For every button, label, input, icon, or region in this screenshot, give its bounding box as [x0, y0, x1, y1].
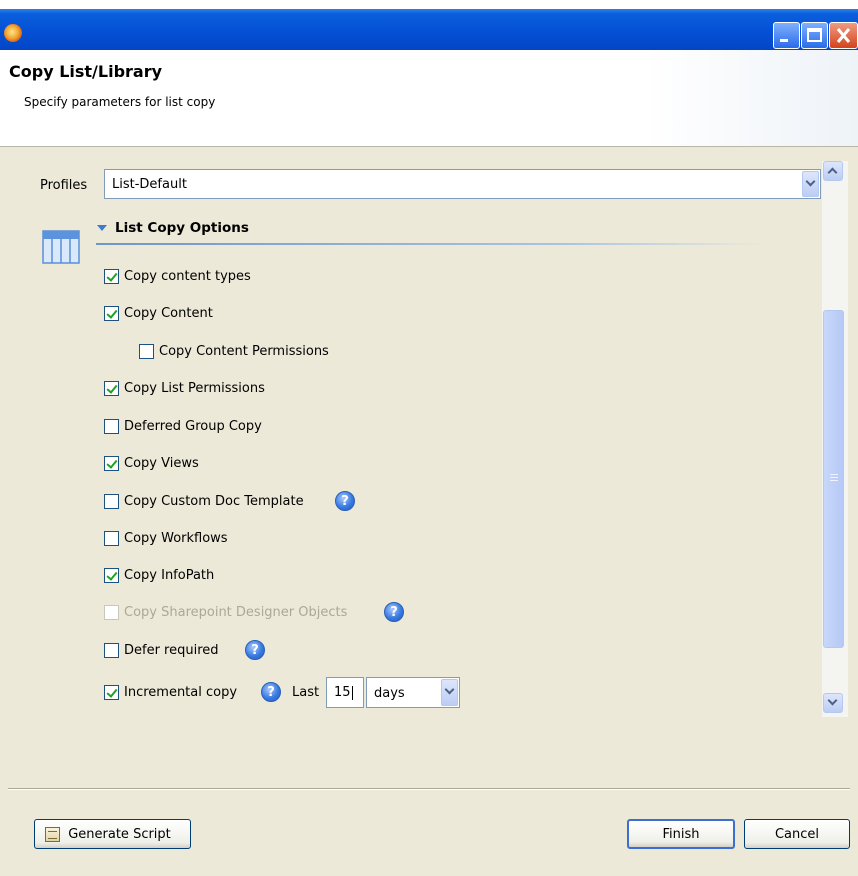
- title-bar[interactable]: [0, 9, 858, 50]
- checkbox-copy-infopath[interactable]: [104, 568, 119, 583]
- cancel-button[interactable]: Cancel: [744, 819, 850, 849]
- scroll-up-button[interactable]: [823, 161, 843, 181]
- checkbox-copy-sharepoint-designer-objects: [104, 605, 119, 620]
- chevron-down-icon[interactable]: [441, 679, 458, 706]
- checkbox-incremental-copy[interactable]: [104, 685, 119, 700]
- incremental-copy-label[interactable]: Incremental copy: [124, 685, 237, 700]
- collapse-arrow-icon[interactable]: [97, 225, 107, 231]
- checkbox-defer-required[interactable]: [104, 643, 119, 658]
- finish-label: Finish: [662, 827, 700, 842]
- help-icon[interactable]: ?: [245, 640, 265, 660]
- profiles-select[interactable]: List-Default: [104, 169, 821, 199]
- checkbox-copy-content[interactable]: [104, 306, 119, 321]
- text-caret: [352, 686, 353, 700]
- help-icon[interactable]: ?: [261, 682, 281, 702]
- option-label[interactable]: Copy Workflows: [124, 531, 228, 546]
- checkbox-copy-content-permissions[interactable]: [139, 344, 154, 359]
- section-title[interactable]: List Copy Options: [115, 220, 249, 236]
- option-label[interactable]: Copy content types: [124, 269, 251, 284]
- option-label: Copy Sharepoint Designer Objects: [124, 605, 348, 620]
- close-button[interactable]: [829, 22, 858, 49]
- table-icon: [42, 230, 80, 264]
- dialog-header: Copy List/Library Specify parameters for…: [0, 50, 858, 147]
- copy-list-dialog: Copy List/Library Specify parameters for…: [0, 0, 858, 876]
- profiles-label: Profiles: [40, 178, 88, 193]
- dialog-subtitle: Specify parameters for list copy: [24, 95, 216, 109]
- help-icon[interactable]: ?: [384, 602, 404, 622]
- generate-script-label: Generate Script: [68, 827, 171, 842]
- checkbox-copy-views[interactable]: [104, 456, 119, 471]
- option-label[interactable]: Copy InfoPath: [124, 568, 214, 583]
- options-panel: Profiles List-Default List Copy Options …: [8, 157, 848, 717]
- option-label[interactable]: Copy Content: [124, 306, 213, 321]
- unit-selected-value: days: [374, 686, 405, 701]
- profiles-selected-value: List-Default: [112, 177, 187, 192]
- finish-button[interactable]: Finish: [627, 819, 735, 849]
- last-label: Last: [292, 685, 320, 700]
- unit-select[interactable]: days: [366, 677, 460, 708]
- checkbox-copy-custom-doc-template[interactable]: [104, 494, 119, 509]
- checkbox-copy-content-types[interactable]: [104, 269, 119, 284]
- footer-separator: [8, 788, 850, 790]
- close-icon: [836, 28, 851, 43]
- option-label[interactable]: Defer required: [124, 643, 219, 658]
- scroll-down-button[interactable]: [823, 693, 843, 713]
- dialog-title: Copy List/Library: [9, 62, 163, 81]
- option-label[interactable]: Deferred Group Copy: [124, 419, 262, 434]
- scroll-thumb[interactable]: [823, 310, 844, 648]
- checkbox-copy-workflows[interactable]: [104, 531, 119, 546]
- option-label[interactable]: Copy Views: [124, 456, 199, 471]
- cancel-label: Cancel: [774, 827, 820, 842]
- maximize-button[interactable]: [801, 22, 828, 49]
- chevron-down-icon[interactable]: [802, 171, 819, 197]
- minimize-icon: [780, 39, 788, 42]
- option-label[interactable]: Copy Custom Doc Template: [124, 494, 304, 509]
- app-icon: [4, 24, 22, 42]
- checkbox-copy-list-permissions[interactable]: [104, 381, 119, 396]
- option-label[interactable]: Copy Content Permissions: [159, 344, 329, 359]
- help-icon[interactable]: ?: [335, 491, 355, 511]
- minimize-button[interactable]: [773, 22, 800, 49]
- maximize-icon: [807, 28, 822, 42]
- option-label[interactable]: Copy List Permissions: [124, 381, 265, 396]
- top-strip: [0, 0, 858, 9]
- checkbox-deferred-group-copy[interactable]: [104, 419, 119, 434]
- vertical-scrollbar[interactable]: [822, 161, 848, 717]
- days-value: 15: [334, 685, 351, 700]
- section-divider: [96, 243, 762, 245]
- days-value-input[interactable]: 15: [326, 677, 364, 708]
- generate-script-button[interactable]: Generate Script: [34, 819, 191, 849]
